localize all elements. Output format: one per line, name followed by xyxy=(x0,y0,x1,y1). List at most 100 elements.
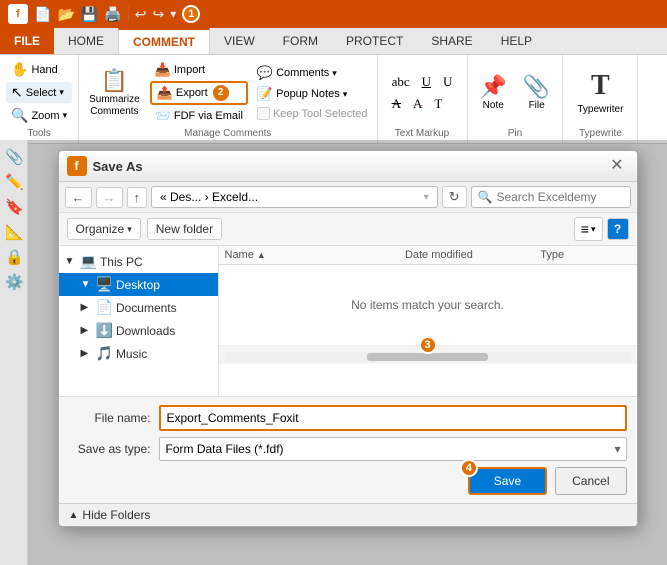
text-markup-btn1[interactable]: abc xyxy=(388,72,414,92)
select-icon: ↖ xyxy=(11,84,23,101)
sidebar-icon-bookmark[interactable]: 🔖 xyxy=(3,196,24,218)
import-icon: 📥 xyxy=(155,62,171,78)
tree-item-this-pc[interactable]: ▼ 💻 This PC xyxy=(59,250,218,273)
new-button[interactable]: 📄 xyxy=(34,6,51,23)
sidebar-icon-pen[interactable]: ✏️ xyxy=(3,171,24,193)
file-pin-icon: 📎 xyxy=(523,74,550,100)
col-type-header: Type xyxy=(540,249,564,261)
sidebar-icon-settings[interactable]: ⚙️ xyxy=(3,271,24,293)
hide-folders-row[interactable]: ▲ Hide Folders xyxy=(59,503,637,526)
scrollbar-area: 3 xyxy=(219,345,637,364)
filename-row: File name: xyxy=(69,405,627,431)
hand-tool-button[interactable]: ✋ Hand xyxy=(6,59,72,80)
undo-button[interactable]: ↩ xyxy=(135,6,147,23)
nav-path[interactable]: « Des... › Exceld... ▾ xyxy=(151,186,438,208)
dialog-body: ▼ 💻 This PC ▼ 🖥️ Desktop ▶ 📄 Documents ▶… xyxy=(59,246,637,396)
tree-item-desktop[interactable]: ▼ 🖥️ Desktop xyxy=(59,273,218,296)
dialog-footer: File name: Save as type: Form Data Files… xyxy=(59,396,637,503)
desktop-label: Desktop xyxy=(116,278,160,292)
tab-share[interactable]: SHARE xyxy=(417,28,486,54)
search-input[interactable] xyxy=(496,190,623,204)
tab-form[interactable]: FORM xyxy=(269,28,332,54)
import-button[interactable]: 📥 Import xyxy=(150,60,248,80)
text-markup-btn3[interactable]: U xyxy=(439,72,456,92)
save-quick-button[interactable]: 💾 xyxy=(81,6,98,23)
help-button[interactable]: ? xyxy=(607,218,629,240)
desktop-icon: 🖥️ xyxy=(96,276,113,293)
redo-more-button[interactable]: ▾ xyxy=(170,7,176,21)
sidebar-icon-paperclip[interactable]: 📎 xyxy=(3,146,24,168)
dialog-header: f Save As ✕ xyxy=(59,151,637,182)
typewriter-icon: T xyxy=(591,70,610,102)
text-markup-btn5[interactable]: A xyxy=(409,94,426,114)
filetype-select[interactable]: Form Data Files (*.fdf) xyxy=(159,437,627,461)
dialog-close-button[interactable]: ✕ xyxy=(605,157,628,175)
summarize-comments-button[interactable]: 📋 SummarizeComments xyxy=(83,64,146,122)
save-button[interactable]: Save xyxy=(468,467,547,495)
tab-file[interactable]: FILE xyxy=(0,28,54,54)
text-markup-btn6[interactable]: T xyxy=(430,94,446,114)
file-list: Name ▲ Date modified Type No items match… xyxy=(219,246,637,396)
select-tool-button[interactable]: ↖ Select ▾ xyxy=(6,82,72,103)
tree-item-downloads[interactable]: ▶ ⬇️ Downloads xyxy=(59,319,218,342)
foxit-logo: f xyxy=(8,4,28,24)
cancel-button[interactable]: Cancel xyxy=(555,467,626,495)
text-markup-btn4[interactable]: A xyxy=(388,94,405,114)
tab-comment[interactable]: COMMENT xyxy=(118,28,210,54)
dialog-overlay: f Save As ✕ ← → ↑ « Des... › Exceld... ▾… xyxy=(28,140,667,565)
note-button[interactable]: 📌 Note xyxy=(476,70,511,115)
documents-icon: 📄 xyxy=(96,299,113,316)
redo-button[interactable]: ↪ xyxy=(152,6,164,23)
file-list-empty: No items match your search. xyxy=(219,265,637,345)
documents-label: Documents xyxy=(116,301,177,315)
export-button[interactable]: 📤 Export 2 xyxy=(150,81,248,105)
filename-input[interactable] xyxy=(159,405,627,431)
nav-up-button[interactable]: ↑ xyxy=(127,187,148,208)
tab-home[interactable]: HOME xyxy=(54,28,118,54)
sidebar-icon-lock[interactable]: 🔒 xyxy=(3,246,24,268)
popup-icon: 📝 xyxy=(257,86,273,102)
col-date-header: Date modified xyxy=(405,249,473,261)
this-pc-label: This PC xyxy=(100,255,143,269)
dialog-foxit-icon: f xyxy=(67,156,87,176)
search-box[interactable]: 🔍 xyxy=(471,186,631,208)
view-options-button[interactable]: ≡ ▾ xyxy=(574,217,603,241)
tab-help[interactable]: HELP xyxy=(487,28,546,54)
comments-dropdown-button[interactable]: 💬 Comments ▾ xyxy=(252,63,373,83)
hide-folders-icon: ▲ xyxy=(69,510,79,521)
comments-icon: 💬 xyxy=(257,65,273,81)
open-button[interactable]: 📂 xyxy=(57,6,74,23)
nav-forward-button[interactable]: → xyxy=(96,187,123,208)
note-icon: 📌 xyxy=(480,74,507,100)
organize-button[interactable]: Organize ▾ xyxy=(67,218,141,240)
tab-view[interactable]: VIEW xyxy=(210,28,269,54)
fdf-email-button[interactable]: 📨 FDF via Email xyxy=(150,106,248,126)
hand-icon: ✋ xyxy=(11,61,28,78)
text-markup-btn2[interactable]: U xyxy=(418,72,435,92)
new-folder-button[interactable]: New folder xyxy=(147,218,222,240)
popup-notes-button[interactable]: 📝 Popup Notes ▾ xyxy=(252,84,373,104)
typewriter-button[interactable]: T Typewriter xyxy=(573,66,627,119)
music-icon: 🎵 xyxy=(96,345,113,362)
dialog-actions-bar: Organize ▾ New folder ≡ ▾ ? xyxy=(59,213,637,246)
nav-refresh-button[interactable]: ↻ xyxy=(442,186,467,208)
tab-protect[interactable]: PROTECT xyxy=(332,28,417,54)
h-scrollbar-thumb[interactable] xyxy=(367,353,489,361)
filetype-row: Save as type: Form Data Files (*.fdf) ▾ xyxy=(69,437,627,461)
save-as-dialog: f Save As ✕ ← → ↑ « Des... › Exceld... ▾… xyxy=(58,150,638,527)
print-button[interactable]: 🖨️ xyxy=(104,6,121,23)
dialog-title: Save As xyxy=(93,159,143,174)
typewriter-label: Typewrite xyxy=(579,128,622,139)
zoom-tool-button[interactable]: 🔍 Zoom ▾ xyxy=(6,105,72,126)
fdf-icon: 📨 xyxy=(155,108,171,124)
file-pin-button[interactable]: 📎 File xyxy=(519,70,554,115)
text-markup-label: Text Markup xyxy=(395,128,449,139)
nav-back-button[interactable]: ← xyxy=(65,187,92,208)
keep-tool-checkbox-label[interactable]: Keep Tool Selected xyxy=(252,105,373,122)
dialog-nav-toolbar: ← → ↑ « Des... › Exceld... ▾ ↻ 🔍 xyxy=(59,182,637,213)
sidebar-icon-ruler[interactable]: 📐 xyxy=(3,221,24,243)
keep-tool-checkbox[interactable] xyxy=(257,107,270,120)
tree-item-documents[interactable]: ▶ 📄 Documents xyxy=(59,296,218,319)
manage-comments-label: Manage Comments xyxy=(184,128,271,139)
tree-item-music[interactable]: ▶ 🎵 Music xyxy=(59,342,218,365)
